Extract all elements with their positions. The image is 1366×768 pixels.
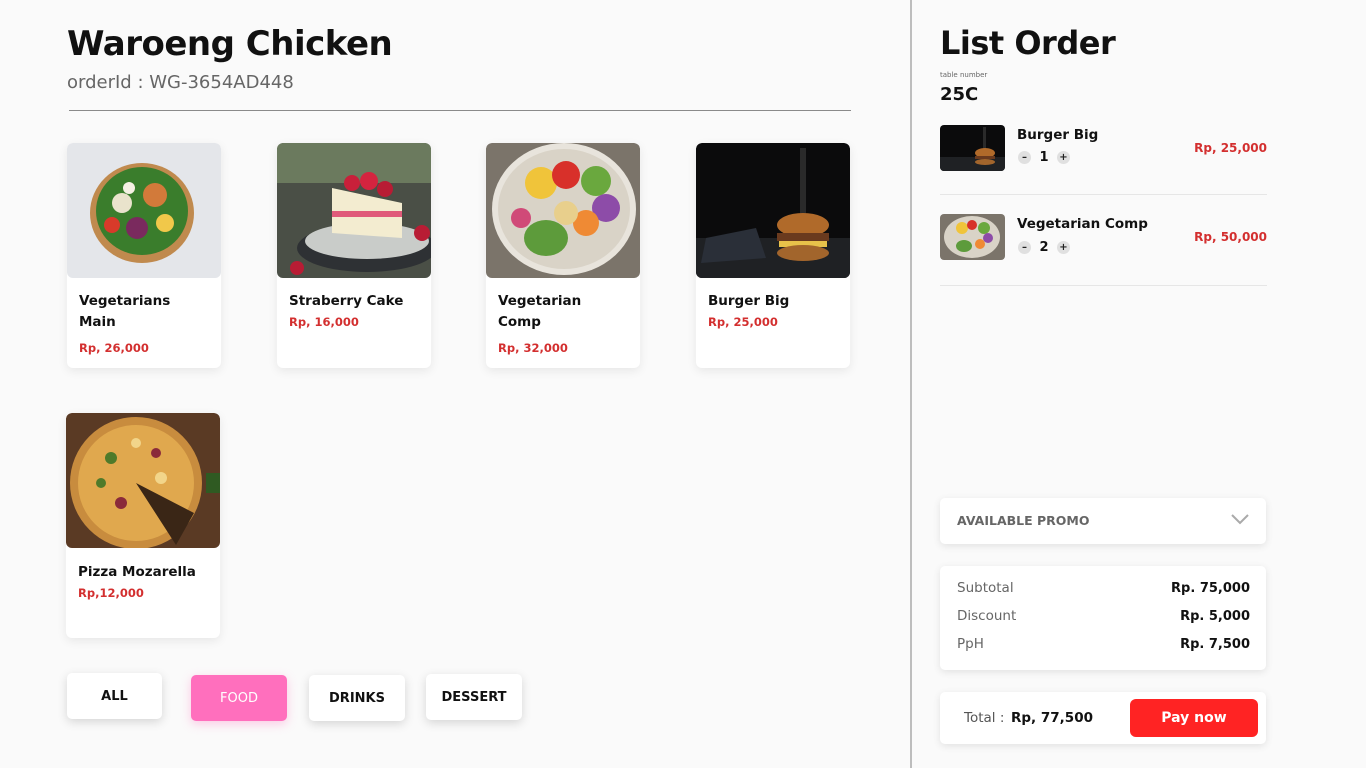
menu-card-vegetarian-comp[interactable]: Vegetarian Comp Rp, 32,000 xyxy=(486,143,640,368)
filter-dessert-button[interactable]: DESSERT xyxy=(426,674,522,720)
menu-item-name: Vegetarian Comp xyxy=(498,293,582,330)
table-number: 25C xyxy=(940,84,979,105)
order-item-name: Burger Big xyxy=(1017,127,1099,143)
menu-card-straberry-cake[interactable]: Straberry Cake Rp, 16,000 xyxy=(277,143,431,368)
order-item-price: Rp, 25,000 xyxy=(1194,141,1267,155)
menu-item-name: Straberry Cake xyxy=(289,293,404,309)
order-id: orderId : WG-3654AD448 xyxy=(67,72,294,93)
order-item: Burger Big – 1 + Rp, 25,000 xyxy=(940,125,1267,195)
increase-quantity-button[interactable]: + xyxy=(1057,240,1070,254)
increase-quantity-button[interactable]: + xyxy=(1057,150,1070,164)
burger-image xyxy=(940,125,1005,171)
subtotal-row: Subtotal Rp. 75,000 xyxy=(957,578,1250,598)
discount-row: Discount Rp. 5,000 xyxy=(957,606,1250,626)
pph-label: PpH xyxy=(957,636,984,652)
veggie-bowl-image xyxy=(486,143,640,278)
salad-bowl-image xyxy=(67,143,221,278)
subtotal-value: Rp. 75,000 xyxy=(1171,580,1250,596)
filter-food-button[interactable]: FOOD xyxy=(191,675,287,721)
total-bar: Total : Rp, 77,500 Pay now xyxy=(940,692,1266,744)
order-summary: Subtotal Rp. 75,000 Discount Rp. 5,000 P… xyxy=(940,566,1266,670)
pph-value: Rp. 7,500 xyxy=(1180,636,1250,652)
order-item: Vegetarian Comp – 2 + Rp, 50,000 xyxy=(940,214,1267,286)
order-title: List Order xyxy=(940,24,1116,62)
quantity-stepper: – 2 + xyxy=(1018,239,1070,255)
menu-card-vegetarians-main[interactable]: Vegetarians Main Rp, 26,000 xyxy=(67,143,221,368)
table-number-label: table number xyxy=(940,71,988,79)
filter-all-button[interactable]: ALL xyxy=(67,673,162,719)
total-label: Total : xyxy=(964,710,1005,726)
total-value: Rp, 77,500 xyxy=(1011,710,1093,726)
menu-item-price: Rp, 16,000 xyxy=(289,315,359,329)
quantity-value: 2 xyxy=(1039,239,1049,255)
header-divider xyxy=(69,110,851,111)
menu-item-name: Pizza Mozarella xyxy=(78,564,196,580)
pizza-image xyxy=(66,413,220,548)
pay-now-button[interactable]: Pay now xyxy=(1130,699,1258,737)
subtotal-label: Subtotal xyxy=(957,580,1014,596)
strawberry-cake-image xyxy=(277,143,431,278)
store-name: Waroeng Chicken xyxy=(67,24,393,64)
discount-label: Discount xyxy=(957,608,1017,624)
order-panel: List Order table number 25C Burger Big –… xyxy=(912,0,1366,768)
promo-dropdown[interactable]: AVAILABLE PROMO xyxy=(940,498,1266,544)
quantity-value: 1 xyxy=(1039,149,1049,165)
quantity-stepper: – 1 + xyxy=(1018,149,1070,165)
menu-card-pizza-mozarella[interactable]: Pizza Mozarella Rp,12,000 xyxy=(66,413,220,638)
decrease-quantity-button[interactable]: – xyxy=(1018,150,1031,164)
promo-label: AVAILABLE PROMO xyxy=(957,513,1090,528)
filter-drinks-button[interactable]: DRINKS xyxy=(309,675,405,721)
order-item-name: Vegetarian Comp xyxy=(1017,216,1148,232)
chevron-down-icon xyxy=(1231,514,1249,525)
menu-item-price: Rp,12,000 xyxy=(78,586,144,600)
burger-image xyxy=(696,143,850,278)
menu-panel: Waroeng Chicken orderId : WG-3654AD448 V… xyxy=(0,0,910,768)
pph-row: PpH Rp. 7,500 xyxy=(957,634,1250,654)
order-item-price: Rp, 50,000 xyxy=(1194,230,1267,244)
menu-item-price: Rp, 26,000 xyxy=(79,341,149,355)
menu-item-name: Vegetarians Main xyxy=(79,293,171,330)
menu-card-burger-big[interactable]: Burger Big Rp, 25,000 xyxy=(696,143,850,368)
veggie-bowl-image xyxy=(940,214,1005,260)
menu-item-price: Rp, 25,000 xyxy=(708,315,778,329)
decrease-quantity-button[interactable]: – xyxy=(1018,240,1031,254)
menu-item-price: Rp, 32,000 xyxy=(498,341,568,355)
discount-value: Rp. 5,000 xyxy=(1180,608,1250,624)
menu-item-name: Burger Big xyxy=(708,293,790,309)
